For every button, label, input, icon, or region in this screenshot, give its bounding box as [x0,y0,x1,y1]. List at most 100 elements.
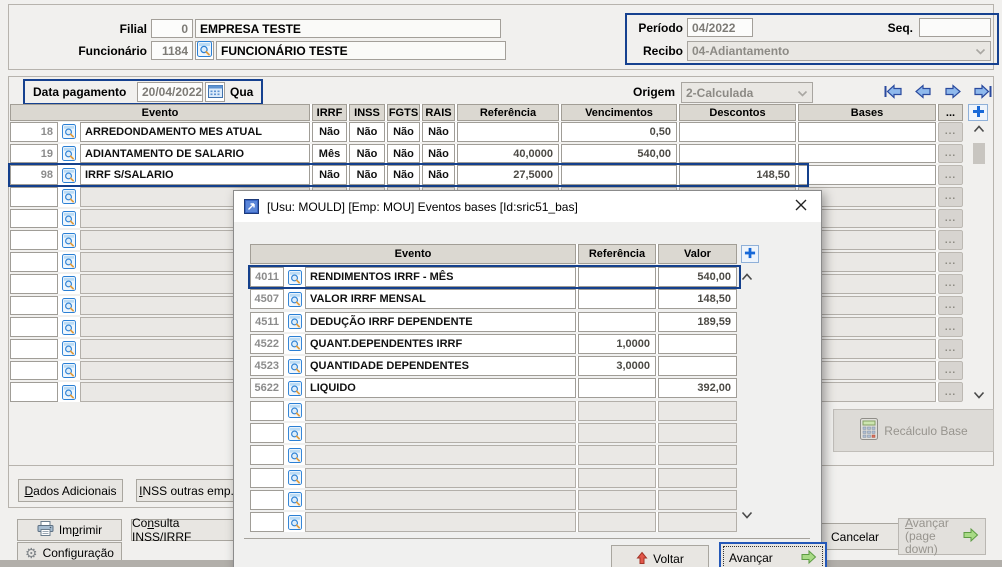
scroll-up-icon[interactable] [971,122,987,136]
event-cell-inss[interactable]: Não [349,122,385,142]
event-cell-code[interactable] [10,187,58,207]
search-icon[interactable] [286,312,303,332]
voltar-button[interactable]: Voltar [611,545,709,567]
event-cell-fgts[interactable]: Não [387,165,420,185]
search-icon[interactable] [286,289,303,309]
base-cell-referencia[interactable] [578,468,656,488]
base-cell-evento[interactable] [305,401,576,421]
event-row-options-button[interactable]: ... [938,339,963,359]
base-cell-referencia[interactable] [578,378,656,398]
nav-previous-button[interactable] [911,83,935,103]
event-row-options-button[interactable]: ... [938,296,963,316]
base-cell-valor[interactable]: 148,50 [658,289,737,309]
base-cell-evento[interactable] [305,468,576,488]
base-cell-valor[interactable] [658,356,737,376]
event-cell-irrf[interactable]: Não [312,122,347,142]
event-row-options-button[interactable]: ... [938,165,963,185]
event-cell-descontos[interactable]: 148,50 [679,165,796,185]
base-cell-code[interactable]: 4522 [250,334,284,354]
base-cell-evento[interactable]: RENDIMENTOS IRRF - MÊS [305,267,576,287]
search-icon[interactable] [286,356,303,376]
event-row-options-button[interactable]: ... [938,187,963,207]
base-cell-code[interactable]: 4011 [250,267,284,287]
base-cell-evento[interactable] [305,423,576,443]
base-cell-evento[interactable] [305,512,576,532]
event-cell-bases[interactable] [798,144,936,164]
scroll-down-icon[interactable] [739,509,755,521]
event-row-options-button[interactable]: ... [938,122,963,142]
search-icon[interactable] [286,512,303,532]
base-cell-valor[interactable]: 540,00 [658,267,737,287]
base-cell-valor[interactable] [658,445,737,465]
event-cell-code[interactable]: 19 [10,144,58,164]
base-cell-valor[interactable]: 392,00 [658,378,737,398]
base-cell-code[interactable] [250,490,284,510]
base-cell-valor[interactable]: 189,59 [658,312,737,332]
search-icon[interactable] [60,339,78,359]
base-cell-referencia[interactable] [578,423,656,443]
base-cell-valor[interactable] [658,423,737,443]
avancar-page-down-button[interactable]: Avançar (page down) [898,518,986,555]
event-cell-inss[interactable]: Não [349,144,385,164]
imprimir-button[interactable]: Imprimir [17,519,122,541]
event-row-options-button[interactable]: ... [938,230,963,250]
event-cell-referencia[interactable] [457,122,559,142]
event-cell-vencimentos[interactable]: 540,00 [561,144,677,164]
inss-outras-emp-button[interactable]: INSS outras emp. [136,479,237,502]
event-cell-referencia[interactable]: 27,5000 [457,165,559,185]
search-icon[interactable] [286,267,303,287]
event-cell-fgts[interactable]: Não [387,122,420,142]
base-cell-valor[interactable] [658,334,737,354]
base-cell-code[interactable]: 4523 [250,356,284,376]
search-icon[interactable] [286,423,303,443]
event-cell-rais[interactable]: Não [422,144,455,164]
scrollbar-thumb[interactable] [973,143,985,164]
event-cell-inss[interactable]: Não [349,165,385,185]
seq-field[interactable] [919,18,991,37]
search-icon[interactable] [286,445,303,465]
consulta-inss-irrf-button[interactable]: Consulta INSS/IRRF [131,519,241,541]
event-cell-bases[interactable] [798,165,936,185]
base-cell-code[interactable]: 4507 [250,289,284,309]
event-cell-code[interactable] [10,339,58,359]
event-cell-irrf[interactable]: Mês [312,144,347,164]
base-cell-referencia[interactable]: 1,0000 [578,334,656,354]
funcionario-search-button[interactable] [195,41,214,60]
base-cell-referencia[interactable] [578,490,656,510]
search-icon[interactable] [60,187,78,207]
search-icon[interactable] [286,490,303,510]
base-cell-code[interactable] [250,401,284,421]
nav-last-button[interactable] [971,83,995,103]
event-cell-descontos[interactable] [679,144,796,164]
event-cell-vencimentos[interactable] [561,165,677,185]
search-icon[interactable] [60,317,78,337]
event-cell-rais[interactable]: Não [422,165,455,185]
nav-first-button[interactable] [881,83,905,103]
event-row-options-button[interactable]: ... [938,361,963,381]
base-cell-code[interactable] [250,512,284,532]
event-cell-bases[interactable] [798,122,936,142]
search-icon[interactable] [60,382,78,402]
base-cell-referencia[interactable] [578,267,656,287]
search-icon[interactable] [60,122,78,142]
funcionario-code-field[interactable]: 1184 [151,41,193,60]
event-cell-code[interactable] [10,252,58,272]
add-event-button[interactable] [968,104,988,121]
event-cell-irrf[interactable]: Não [312,165,347,185]
scroll-up-icon[interactable] [739,271,755,283]
filial-code-field[interactable]: 0 [151,19,193,38]
base-cell-referencia[interactable] [578,289,656,309]
event-cell-referencia[interactable]: 40,0000 [457,144,559,164]
base-cell-valor[interactable] [658,512,737,532]
base-cell-evento[interactable]: VALOR IRRF MENSAL [305,289,576,309]
base-cell-evento[interactable] [305,490,576,510]
event-cell-evento[interactable]: ADIANTAMENTO DE SALARIO [80,144,310,164]
close-button[interactable] [781,191,821,222]
base-cell-evento[interactable]: QUANTIDADE DEPENDENTES [305,356,576,376]
add-base-button[interactable] [741,245,759,263]
event-cell-code[interactable] [10,230,58,250]
scroll-down-icon[interactable] [971,388,987,402]
search-icon[interactable] [60,144,78,164]
base-cell-evento[interactable]: QUANT.DEPENDENTES IRRF [305,334,576,354]
search-icon[interactable] [60,165,78,185]
